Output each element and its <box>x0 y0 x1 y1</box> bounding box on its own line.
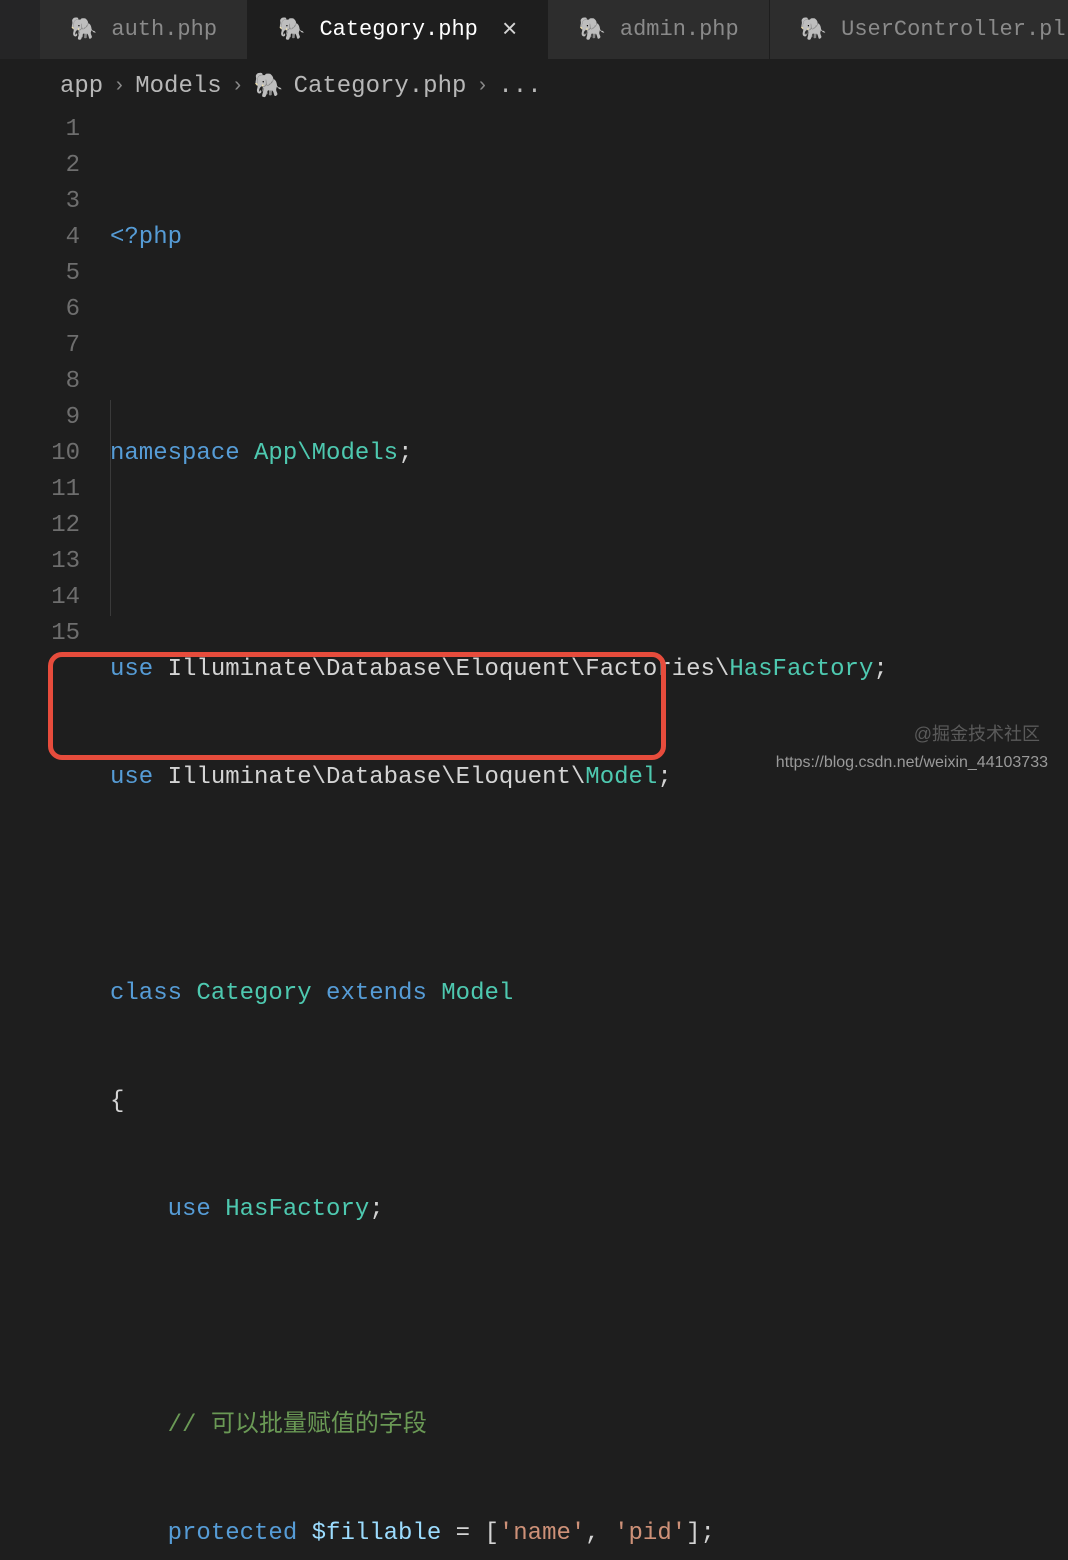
code-line: // 可以批量赋值的字段 <box>110 1408 1068 1444</box>
chevron-right-icon: › <box>476 75 488 98</box>
php-icon: 🐘 <box>800 17 827 43</box>
code-line: <?php <box>110 220 1068 256</box>
code-line: protected $fillable = ['name', 'pid']; <box>110 1516 1068 1552</box>
tab-label: admin.php <box>620 17 739 42</box>
chevron-right-icon: › <box>113 75 125 98</box>
chevron-right-icon: › <box>232 75 244 98</box>
line-number: 7 <box>10 328 80 364</box>
line-number: 4 <box>10 220 80 256</box>
code-line: { <box>110 1084 1068 1120</box>
code-line <box>110 328 1068 364</box>
php-icon: 🐘 <box>254 71 284 101</box>
line-number: 9 <box>10 400 80 436</box>
tab-auth[interactable]: 🐘 auth.php <box>40 0 248 59</box>
breadcrumb-part[interactable]: Models <box>135 73 221 100</box>
line-number: 11 <box>10 472 80 508</box>
tab-label: auth.php <box>111 17 217 42</box>
code-line: class Category extends Model <box>110 976 1068 1012</box>
code-line <box>110 544 1068 580</box>
line-number: 12 <box>10 508 80 544</box>
php-icon: 🐘 <box>70 17 97 43</box>
line-number: 13 <box>10 544 80 580</box>
breadcrumb-trail[interactable]: ... <box>498 73 541 100</box>
watermark-url: https://blog.csdn.net/weixin_44103733 <box>776 754 1048 772</box>
watermark-text: @掘金技术社区 <box>914 720 1040 746</box>
line-number: 14 <box>10 580 80 616</box>
line-number: 8 <box>10 364 80 400</box>
breadcrumb-part[interactable]: app <box>60 73 103 100</box>
code-line <box>110 1300 1068 1336</box>
line-number: 1 <box>10 112 80 148</box>
tab-usercontroller[interactable]: 🐘 UserController.pl <box>770 0 1068 59</box>
code-line: namespace App\Models; <box>110 436 1068 472</box>
indent-guide <box>110 400 111 616</box>
code-editor[interactable]: 1 2 3 4 5 6 7 8 9 10 11 12 13 14 15 <?ph… <box>0 112 1068 1560</box>
close-icon[interactable]: × <box>502 15 518 45</box>
tab-bar: 🐘 auth.php 🐘 Category.php × 🐘 admin.php … <box>0 0 1068 60</box>
php-icon: 🐘 <box>578 17 605 43</box>
line-number: 2 <box>10 148 80 184</box>
tab-category[interactable]: 🐘 Category.php × <box>248 0 548 59</box>
tab-admin[interactable]: 🐘 admin.php <box>548 0 769 59</box>
code-line <box>110 868 1068 904</box>
line-number: 10 <box>10 436 80 472</box>
breadcrumb[interactable]: app › Models › 🐘 Category.php › ... <box>0 60 1068 112</box>
tab-label: Category.php <box>319 17 477 42</box>
tab-label: UserController.pl <box>841 17 1065 42</box>
line-number: 3 <box>10 184 80 220</box>
line-gutter: 1 2 3 4 5 6 7 8 9 10 11 12 13 14 15 <box>10 112 110 1560</box>
line-number: 6 <box>10 292 80 328</box>
line-number: 5 <box>10 256 80 292</box>
line-number: 15 <box>10 616 80 652</box>
php-icon: 🐘 <box>278 17 305 43</box>
code-line: use Illuminate\Database\Eloquent\Factori… <box>110 652 1068 688</box>
code-content[interactable]: <?php namespace App\Models; use Illumina… <box>110 112 1068 1560</box>
code-line: use HasFactory; <box>110 1192 1068 1228</box>
breadcrumb-part[interactable]: Category.php <box>294 73 467 100</box>
